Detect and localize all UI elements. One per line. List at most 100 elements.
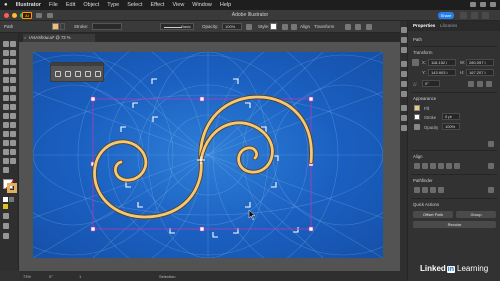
stroke-color-icon[interactable] <box>7 183 17 193</box>
magic-wand-tool-icon[interactable] <box>3 50 9 56</box>
libraries-panel-icon[interactable] <box>401 47 407 53</box>
menu-app-name[interactable]: Illustrator <box>16 2 41 8</box>
document-tab[interactable]: × rAsAShow.ai* @ 73 % (RGB/Preview) <box>23 34 95 48</box>
fx-icon[interactable] <box>488 141 494 147</box>
rotation-value[interactable]: 0° <box>49 274 53 279</box>
align-top-icon[interactable] <box>438 163 444 169</box>
flip-horizontal-icon[interactable] <box>468 81 474 87</box>
line-segment-tool-icon[interactable] <box>10 68 16 74</box>
angle-field[interactable]: 0° <box>422 80 440 87</box>
y-field[interactable]: 143.903 i <box>428 69 456 76</box>
search-help-icon[interactable] <box>460 12 467 19</box>
slice-tool-icon[interactable] <box>3 158 9 164</box>
menu-window[interactable]: Window <box>192 2 212 8</box>
artboard-tool-icon[interactable] <box>10 149 16 155</box>
brush-definition-dropdown[interactable]: Basic <box>160 23 194 30</box>
gradient-panel-icon[interactable] <box>401 115 407 121</box>
w-field[interactable]: 280.057 i <box>466 59 494 66</box>
battery-icon[interactable] <box>480 2 486 7</box>
color-panel-icon[interactable] <box>401 61 407 67</box>
edit-toolbar-icon[interactable] <box>3 233 9 239</box>
opacity-field[interactable]: 100% <box>222 23 242 30</box>
pen-tool-icon[interactable] <box>55 71 61 77</box>
brushes-panel-icon[interactable] <box>401 81 407 87</box>
type-tool-icon[interactable] <box>3 68 9 74</box>
gradient-mode-icon[interactable] <box>9 197 14 202</box>
canvas-area[interactable] <box>19 42 400 271</box>
align-middle-icon[interactable] <box>446 163 452 169</box>
wifi-icon[interactable] <box>470 2 476 7</box>
graphic-style-swatch[interactable] <box>270 23 277 30</box>
shaper-tool-icon[interactable] <box>3 86 9 92</box>
shape-builder-tool-icon[interactable] <box>10 113 16 119</box>
eyedropper-tool-icon[interactable] <box>10 131 16 137</box>
intersect-icon[interactable] <box>430 187 436 193</box>
menu-help[interactable]: Help <box>220 2 231 8</box>
eraser-tool-icon[interactable] <box>3 95 9 101</box>
direct-selection-tool-icon[interactable] <box>10 41 16 47</box>
more-options-icon[interactable] <box>486 81 492 87</box>
layers-panel-icon[interactable] <box>401 37 407 43</box>
align-left-icon[interactable] <box>414 163 420 169</box>
rotate-tool-icon[interactable] <box>10 95 16 101</box>
offset-path-button[interactable]: Offset Path <box>413 211 453 218</box>
more-tools-icon[interactable] <box>95 71 101 77</box>
paintbrush-tool-icon[interactable] <box>10 77 16 83</box>
stroke-swatch[interactable] <box>414 114 420 120</box>
grid-tool-icon[interactable] <box>85 71 91 77</box>
symbol-sprayer-tool-icon[interactable] <box>10 140 16 146</box>
fill-swatch[interactable] <box>52 23 59 30</box>
recolor-button[interactable]: Recolor <box>413 221 496 228</box>
pathfinder-more-icon[interactable] <box>488 187 494 193</box>
tab-libraries[interactable]: Libraries <box>440 23 457 28</box>
align-right-icon[interactable] <box>430 163 436 169</box>
expand-icon[interactable] <box>482 12 489 19</box>
apple-icon[interactable]: ● <box>4 2 8 8</box>
color-mode-icon[interactable] <box>3 197 8 202</box>
opacity-field[interactable]: 100% <box>442 123 460 130</box>
menu-effect[interactable]: Effect <box>151 2 165 8</box>
h-field[interactable]: 167.207 i <box>466 69 494 76</box>
close-tab-icon[interactable]: × <box>24 34 26 42</box>
stroke-weight-field[interactable] <box>92 23 122 30</box>
gradient-tool-icon[interactable] <box>3 131 9 137</box>
align-bottom-icon[interactable] <box>454 163 460 169</box>
scale-tool-icon[interactable] <box>3 104 9 110</box>
menu-select[interactable]: Select <box>127 2 142 8</box>
pen-tool-icon[interactable] <box>3 59 9 65</box>
align-center-icon[interactable] <box>422 163 428 169</box>
menu-object[interactable]: Object <box>83 2 99 8</box>
curvature-tool-icon[interactable] <box>10 59 16 65</box>
menu-edit[interactable]: Edit <box>66 2 75 8</box>
blend-tool-icon[interactable] <box>3 140 9 146</box>
menu-view[interactable]: View <box>172 2 184 8</box>
artboard[interactable] <box>33 52 383 258</box>
minus-front-icon[interactable] <box>422 187 428 193</box>
arrange-icon[interactable] <box>345 24 351 30</box>
rectangle-tool-icon[interactable] <box>3 77 9 83</box>
swatches-panel-icon[interactable] <box>401 71 407 77</box>
curve-tool-icon[interactable] <box>65 71 71 77</box>
reference-point-icon[interactable] <box>412 59 419 66</box>
free-transform-tool-icon[interactable] <box>3 113 9 119</box>
fill-dropdown-icon[interactable] <box>60 23 65 30</box>
stroke-weight-field[interactable]: 0 pt <box>442 113 460 120</box>
exclude-icon[interactable] <box>438 187 444 193</box>
menu-file[interactable]: File <box>49 2 58 8</box>
isolate-icon[interactable] <box>355 24 361 30</box>
lasso-tool-icon[interactable] <box>10 50 16 56</box>
stroke-panel-icon[interactable] <box>401 105 407 111</box>
unite-icon[interactable] <box>414 187 420 193</box>
group-button[interactable]: Group <box>456 211 496 218</box>
zoom-level[interactable]: 73% <box>23 274 31 279</box>
pencil-tool-icon[interactable] <box>10 86 16 92</box>
hand-tool-icon[interactable] <box>10 158 16 164</box>
flip-vertical-icon[interactable] <box>477 81 483 87</box>
recolor-icon[interactable] <box>282 24 288 30</box>
artboard-number[interactable]: 1 <box>79 274 81 279</box>
share-button[interactable]: Share <box>438 12 454 19</box>
column-graph-tool-icon[interactable] <box>3 149 9 155</box>
layout-icon[interactable] <box>471 12 478 19</box>
symbols-panel-icon[interactable] <box>401 91 407 97</box>
zoom-tool-icon[interactable] <box>3 167 9 173</box>
